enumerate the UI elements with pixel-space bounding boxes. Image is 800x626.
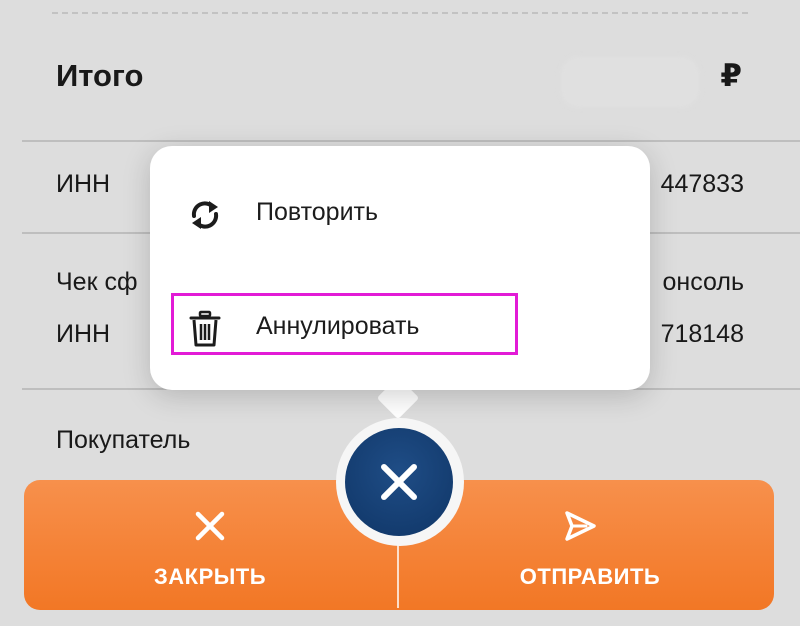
menu-item-repeat[interactable]: Повторить <box>150 178 650 248</box>
send-button[interactable]: ОТПРАВИТЬ <box>420 480 760 610</box>
close-button-label: ЗАКРЫТЬ <box>153 564 267 589</box>
close-icon <box>192 508 228 544</box>
menu-item-repeat-label: Повторить <box>256 198 379 226</box>
send-icon <box>562 508 598 544</box>
close-icon <box>381 464 417 500</box>
highlight-box <box>171 293 518 355</box>
repeat-icon <box>184 194 226 236</box>
close-menu-button[interactable] <box>345 428 453 536</box>
send-button-label: ОТПРАВИТЬ <box>519 564 661 589</box>
close-button[interactable]: ЗАКРЫТЬ <box>40 480 380 610</box>
